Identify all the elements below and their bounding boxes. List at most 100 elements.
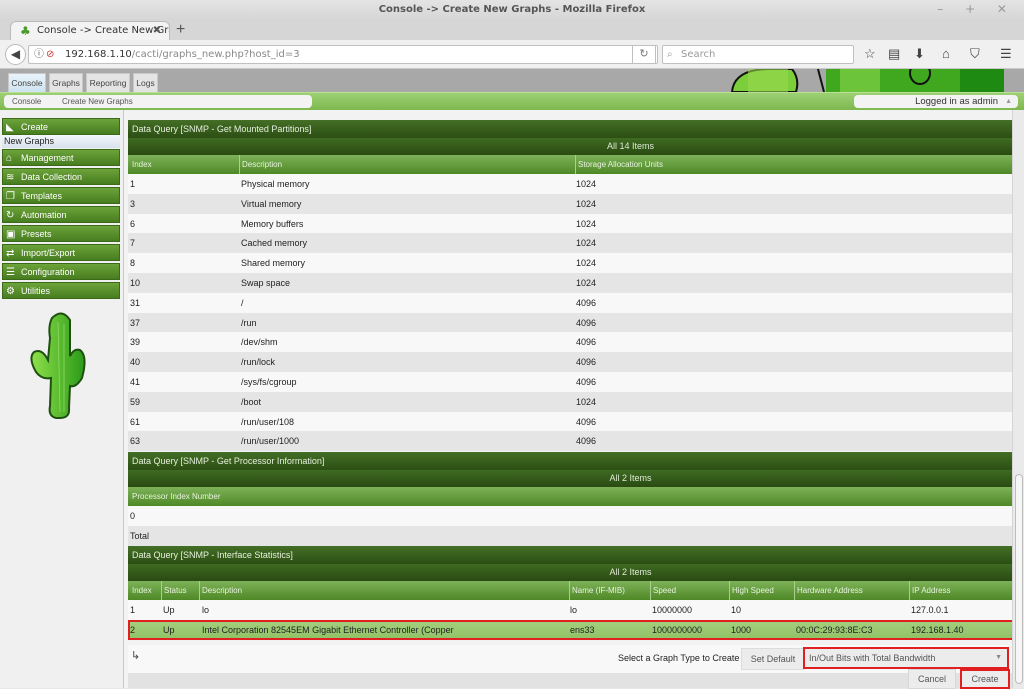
table-row[interactable]: 2 Up Intel Corporation 82545EM Gigabit Eth…	[128, 619, 1024, 640]
search-input[interactable]: ⌕ Search	[662, 45, 854, 64]
sidebar-item-data-collection[interactable]: ≋ Data Collection	[2, 168, 120, 185]
cell-storage-allocation-units: 4096	[576, 337, 597, 348]
cell-description: /boot	[241, 396, 262, 407]
data-query-header-mounted-partitions: Data Query [SNMP - Get Mounted Partition…	[128, 120, 1024, 138]
column-header-hardware-address[interactable]: Hardware Address	[794, 581, 863, 600]
column-header-storage-units[interactable]: Storage Allocation Units	[575, 155, 663, 174]
pocket-icon[interactable]: ⛉	[970, 46, 980, 62]
sidebar-item-label: Templates	[21, 191, 63, 201]
table-row[interactable]: Total	[128, 525, 1024, 546]
star-icon[interactable]: ☆	[864, 46, 876, 62]
sidebar-item-templates[interactable]: ❐ Templates	[2, 187, 120, 204]
sidebar-item-create[interactable]: ◣ Create	[2, 118, 120, 135]
user-menu[interactable]: Logged in as admin ▲	[854, 95, 1018, 108]
cell-storage-allocation-units: 1024	[576, 218, 597, 229]
column-header-description[interactable]: Description	[239, 155, 282, 174]
browser-tab[interactable]: ♣ Console -> Create New Gra ✖	[10, 21, 170, 41]
sidebar-item-configuration[interactable]: ☰ Configuration	[2, 263, 120, 280]
table-row[interactable]: 8 Shared memory 1024	[128, 253, 1024, 274]
table-row[interactable]: 40/run/lock 4096	[128, 352, 1024, 373]
table-row[interactable]: 10 Swap space 1024	[128, 273, 1024, 293]
sidebar-item-label: Management	[21, 153, 74, 163]
cell-description: /dev/shm	[241, 337, 278, 348]
sidebar-item-automation[interactable]: ↻ Automation	[2, 206, 120, 223]
insecure-lock-icon[interactable]: ⊘	[46, 46, 54, 63]
cell-storage-allocation-units: 4096	[576, 357, 597, 368]
table-row[interactable]: 1 Up lo lo 10000000 10 127.0.0.1	[128, 600, 1024, 620]
column-header-ip-address[interactable]: IP Address	[909, 581, 951, 600]
graph-type-select[interactable]: In/Out Bits with Total Bandwidth ▼	[803, 647, 1009, 669]
table-row[interactable]: 6 Memory buffers 1024	[128, 213, 1024, 234]
table-row[interactable]: 61/run/user/108 4096	[128, 411, 1024, 432]
window-controls[interactable]: – + ✕	[937, 0, 1016, 19]
cell-description: Intel Corporation 82545EM Gigabit Ethern…	[202, 624, 454, 635]
create-button[interactable]: Create	[960, 669, 1010, 689]
tab-logs[interactable]: Logs	[133, 73, 158, 92]
back-button[interactable]: ◀	[5, 44, 26, 65]
table-row[interactable]: 39/dev/shm 4096	[128, 332, 1024, 353]
close-tab-icon[interactable]: ✖	[153, 22, 161, 40]
column-header-processor-index[interactable]: Processor Index Number	[130, 487, 220, 506]
cell-description: Physical memory	[241, 179, 310, 189]
cell-index: 40	[130, 357, 141, 368]
table-header: Processor Index Number	[128, 487, 1024, 506]
url-bar[interactable]: ⓘ ⊘ 192.168.1.10/cacti/graphs_new.php?ho…	[28, 45, 658, 64]
breadcrumb-create-new-graphs[interactable]: Create New Graphs	[62, 95, 133, 108]
cell-index: 3	[130, 198, 136, 209]
new-tab-button[interactable]: +	[176, 20, 185, 40]
column-header-name[interactable]: Name (IF-MIB)	[569, 581, 625, 600]
home-icon: ⌂	[6, 153, 13, 164]
menu-icon[interactable]: ☰	[1000, 46, 1012, 62]
table-row[interactable]: 59/boot 1024	[128, 391, 1024, 412]
cell-index: 1	[130, 605, 136, 615]
cancel-button[interactable]: Cancel	[908, 669, 956, 689]
sidebar-item-presets[interactable]: ▣ Presets	[2, 225, 120, 242]
cell-storage-allocation-units: 1024	[576, 238, 597, 249]
cell-description: /	[241, 297, 244, 308]
table-row[interactable]: 41/sys/fs/cgroup 4096	[128, 372, 1024, 392]
graph-type-row: ↳ Select a Graph Type to Create Set Defa…	[128, 645, 1024, 673]
cell-storage-allocation-units: 4096	[576, 317, 597, 328]
tab-graphs[interactable]: Graphs	[49, 73, 83, 92]
table-row[interactable]: 3 Virtual memory 1024	[128, 193, 1024, 214]
sidebar-item-management[interactable]: ⌂ Management	[2, 149, 120, 166]
table-row[interactable]: 63/run/user/1000 4096	[128, 431, 1024, 452]
table-row[interactable]: 7 Cached memory 1024	[128, 233, 1024, 254]
column-header-description[interactable]: Description	[199, 581, 242, 600]
cell-storage-allocation-units: 4096	[576, 416, 597, 427]
sidebar-item-new-graphs[interactable]: New Graphs	[2, 135, 120, 148]
table-row[interactable]: 31 / 4096	[128, 292, 1024, 313]
cell-description: lo	[202, 605, 210, 615]
column-header-index[interactable]: Index	[130, 581, 152, 600]
tab-reporting[interactable]: Reporting	[86, 73, 130, 92]
tab-console[interactable]: Console	[8, 73, 46, 92]
tab-label: Graphs	[52, 78, 80, 88]
scrollbar[interactable]	[1012, 110, 1024, 688]
search-placeholder: Search	[681, 49, 716, 60]
column-header-speed[interactable]: Speed	[650, 581, 676, 600]
cogs-icon: ⚙	[6, 286, 15, 297]
graph-type-label: Select a Graph Type to Create	[618, 653, 740, 663]
refresh-icon: ↻	[6, 210, 15, 221]
cell-hardware-address: 00:0C:29:93:8E:C3	[796, 624, 873, 635]
info-icon[interactable]: ⓘ	[34, 46, 44, 63]
set-default-button[interactable]: Set Default	[741, 648, 805, 670]
reload-button[interactable]: ↻	[632, 45, 656, 64]
scrollbar-thumb[interactable]	[1015, 474, 1023, 684]
home-icon[interactable]: ⌂	[942, 46, 950, 62]
table-row[interactable]: 1 Physical memory 1024	[128, 174, 1024, 194]
table-row[interactable]: 0	[128, 506, 1024, 526]
column-header-status[interactable]: Status	[161, 581, 187, 600]
column-header-high-speed[interactable]: High Speed	[729, 581, 774, 600]
sidebar-item-import-export[interactable]: ⇄ Import/Export	[2, 244, 120, 261]
download-icon[interactable]: ⬇	[914, 46, 925, 62]
copy-icon: ❐	[6, 191, 15, 202]
reading-list-icon[interactable]: ▤	[888, 46, 900, 62]
breadcrumb-console[interactable]: Console	[12, 95, 41, 108]
column-header-index[interactable]: Index	[130, 155, 152, 174]
sliders-icon: ☰	[6, 267, 15, 278]
sidebar-item-utilities[interactable]: ⚙ Utilities	[2, 282, 120, 299]
cell-index: 63	[130, 436, 141, 447]
table-row[interactable]: 37/run 4096	[128, 312, 1024, 333]
browser-navbar: ◀ ⓘ ⊘ 192.168.1.10/cacti/graphs_new.php?…	[0, 40, 1024, 69]
